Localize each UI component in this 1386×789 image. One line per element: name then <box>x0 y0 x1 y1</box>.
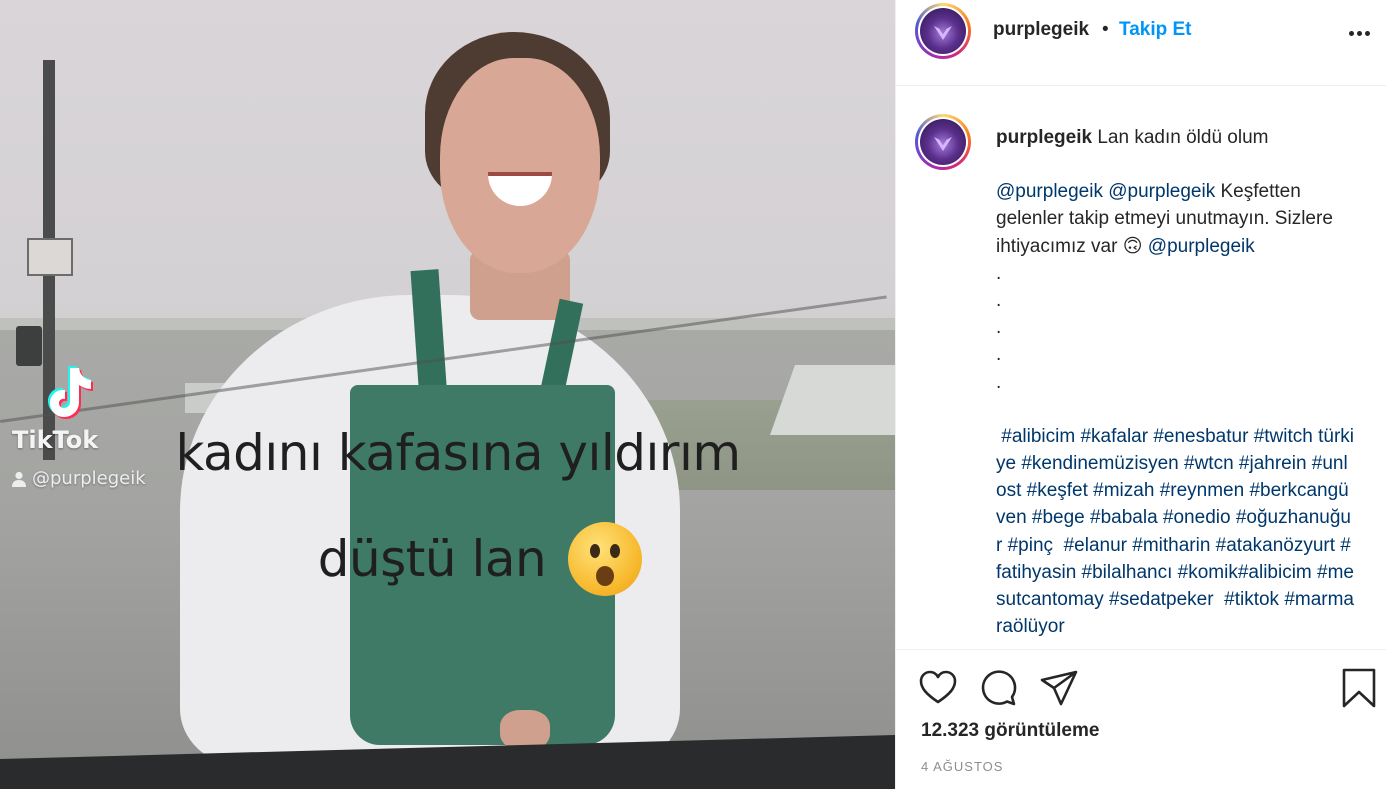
caption-avatar[interactable] <box>915 114 971 170</box>
more-options-icon[interactable] <box>1345 23 1373 43</box>
caption-username[interactable]: purplegeik <box>996 127 1092 148</box>
header-separator: • <box>1102 19 1109 40</box>
instagram-post: TikTok @purplegeik kadını kafasına yıldı… <box>0 0 1386 789</box>
video-caption-line-1: kadını kafasına yıldırım <box>175 424 741 482</box>
post-actions: 12.323 görüntüleme 4 AĞUSTOS <box>896 649 1386 789</box>
comment-icon[interactable] <box>979 668 1019 708</box>
caption-dot: . <box>996 344 1002 366</box>
caption-body: @purplegeik @purplegeik Keşfetten gelenl… <box>996 178 1356 260</box>
header-username[interactable]: purplegeik <box>993 19 1089 41</box>
upside-down-face-emoji: 🙃 <box>1122 235 1143 257</box>
view-count-number: 12.323 <box>921 720 980 741</box>
caption-text: purplegeik Lan kadın öldü olum @purplege… <box>996 124 1356 640</box>
astonished-face-emoji-icon <box>568 522 643 596</box>
caption-first-line: purplegeik Lan kadın öldü olum <box>996 124 1356 151</box>
caption-dots: . . . . . <box>996 260 1356 396</box>
heart-icon[interactable] <box>918 668 958 708</box>
caption-dot: . <box>996 262 1002 284</box>
tiktok-logo-icon <box>48 366 93 419</box>
tiktok-brand-text: TikTok <box>12 426 99 454</box>
avatar[interactable] <box>915 3 971 59</box>
mention-link[interactable]: @purplegeik <box>996 181 1103 202</box>
mention-link[interactable]: @purplegeik <box>1108 181 1215 202</box>
caption-hashtags[interactable]: #alibicim #kafalar #enesbatur #twitch tü… <box>996 423 1356 641</box>
bookmark-icon[interactable] <box>1339 668 1379 708</box>
view-count[interactable]: 12.323 görüntüleme <box>921 720 1099 742</box>
post-sidebar: purplegeik • Takip Et purplegeik Lan kad… <box>895 0 1386 789</box>
follow-button[interactable]: Takip Et <box>1119 19 1192 41</box>
caption-dot: . <box>996 317 1002 339</box>
caption-dot: . <box>996 371 1002 393</box>
mention-link[interactable]: @purplegeik <box>1148 236 1255 257</box>
caption-dot: . <box>996 290 1002 311</box>
person-face <box>440 58 600 273</box>
view-count-label: görüntüleme <box>984 720 1100 741</box>
video-caption-line-2: düştü lan <box>180 522 780 596</box>
user-icon <box>12 471 26 487</box>
post-video[interactable]: TikTok @purplegeik kadını kafasına yıldı… <box>0 0 895 789</box>
caption-section: purplegeik Lan kadın öldü olum @purplege… <box>896 86 1386 649</box>
video-caption-line-2-text: düştü lan <box>317 530 547 588</box>
post-header: purplegeik • Takip Et <box>896 0 1386 86</box>
share-icon[interactable] <box>1039 668 1079 708</box>
person-hand <box>500 710 550 750</box>
post-date[interactable]: 4 AĞUSTOS <box>921 759 1003 774</box>
caption-first-line-text: Lan kadın öldü olum <box>1097 127 1269 148</box>
